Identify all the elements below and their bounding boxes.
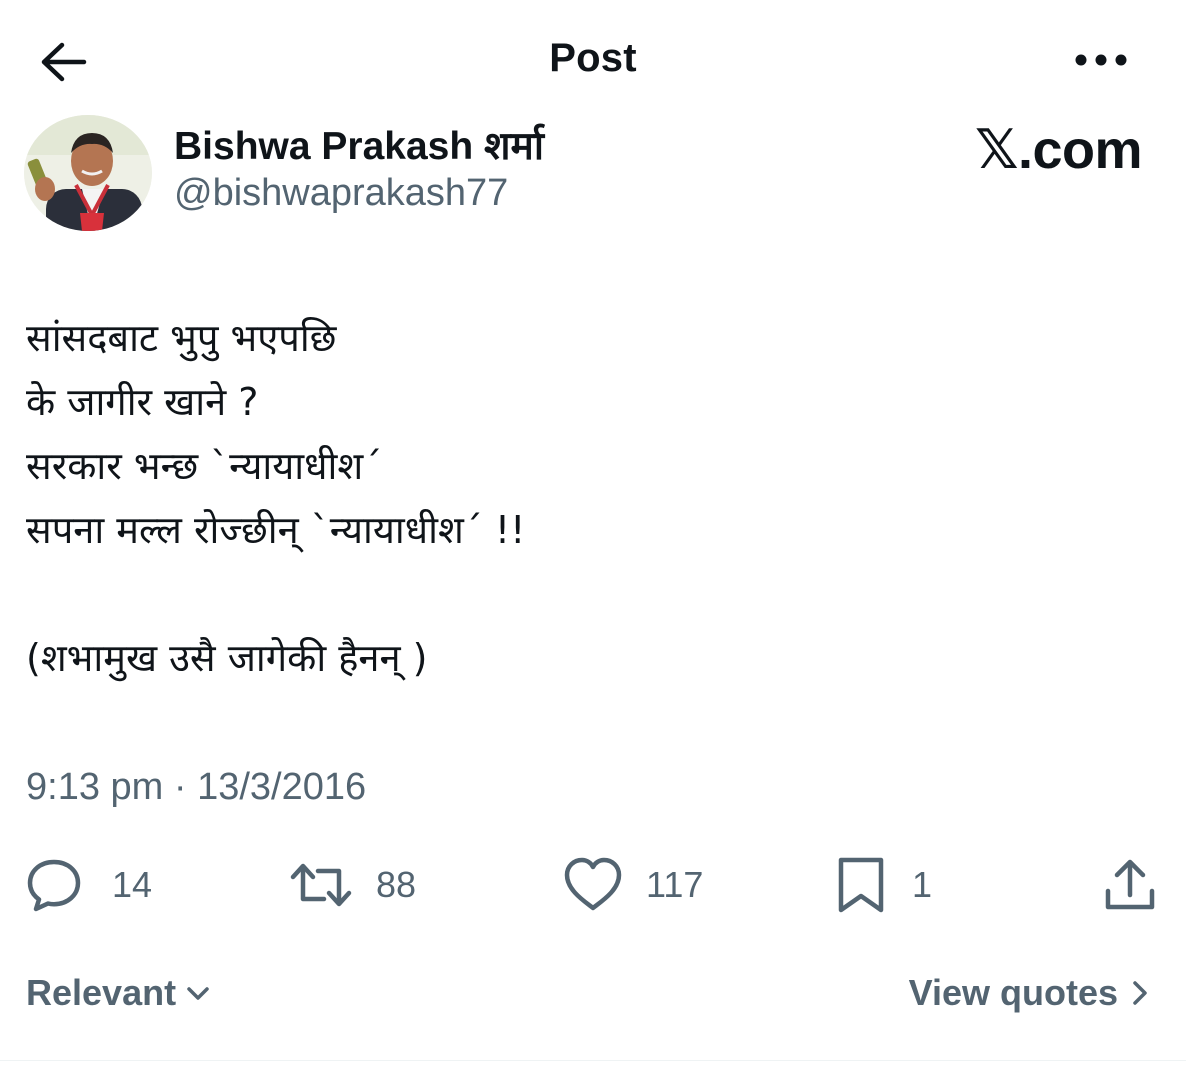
more-horizontal-icon: [1075, 54, 1127, 66]
view-quotes-label: View quotes: [908, 972, 1118, 1013]
author-name[interactable]: Bishwa Prakash शर्मा: [174, 118, 544, 171]
repost-icon: [290, 863, 352, 907]
post-line: सपना मल्ल रोज्छीन् `न्यायाधीश´ !!: [26, 508, 526, 552]
post-line: सांसदबाट भुपु भएपछि: [26, 316, 337, 360]
author-handle[interactable]: @bishwaprakash77: [174, 172, 508, 215]
view-quotes-link[interactable]: View quotes: [909, 972, 1152, 1014]
bookmark-count: 1: [912, 864, 933, 905]
divider: [0, 1060, 1186, 1061]
post-blank-line: [26, 562, 1146, 626]
sort-replies-button[interactable]: Relevant: [26, 972, 212, 1014]
post-text: सांसदबाट भुपु भएपछि के जागीर खाने ? सरका…: [26, 306, 1146, 690]
like-button[interactable]: 117: [562, 850, 703, 920]
chevron-right-icon: [1133, 981, 1147, 1005]
avatar[interactable]: [24, 115, 152, 231]
reply-icon: [27, 859, 81, 912]
like-count: 117: [646, 864, 704, 905]
more-options-button[interactable]: [1070, 40, 1132, 80]
post-line: सरकार भन्छ `न्यायाधीश´: [26, 444, 383, 488]
repost-count: 88: [376, 864, 417, 905]
bookmark-button[interactable]: 1: [834, 850, 932, 920]
share-icon: [1105, 859, 1155, 910]
action-bar: 14 88 117 1: [0, 850, 1186, 920]
post-line: के जागीर खाने ?: [26, 380, 259, 424]
top-bar: Post: [0, 0, 1186, 120]
share-button[interactable]: [1100, 850, 1160, 920]
reply-count: 14: [112, 864, 153, 905]
page-title: Post: [549, 36, 637, 80]
post-timestamp[interactable]: 9:13 pm · 13/3/2016: [26, 766, 366, 809]
reply-button[interactable]: 14: [24, 850, 152, 920]
repost-button[interactable]: 88: [288, 850, 416, 920]
brand-logo: 𝕏.com: [974, 120, 1143, 180]
bookmark-icon: [838, 857, 884, 913]
post-line: (शभामुख उसै जागेकी हैनन् ): [26, 636, 428, 680]
sort-label: Relevant: [26, 972, 177, 1013]
chevron-down-icon: [187, 987, 209, 1000]
heart-icon: [564, 857, 622, 911]
profile-photo: [24, 115, 152, 231]
